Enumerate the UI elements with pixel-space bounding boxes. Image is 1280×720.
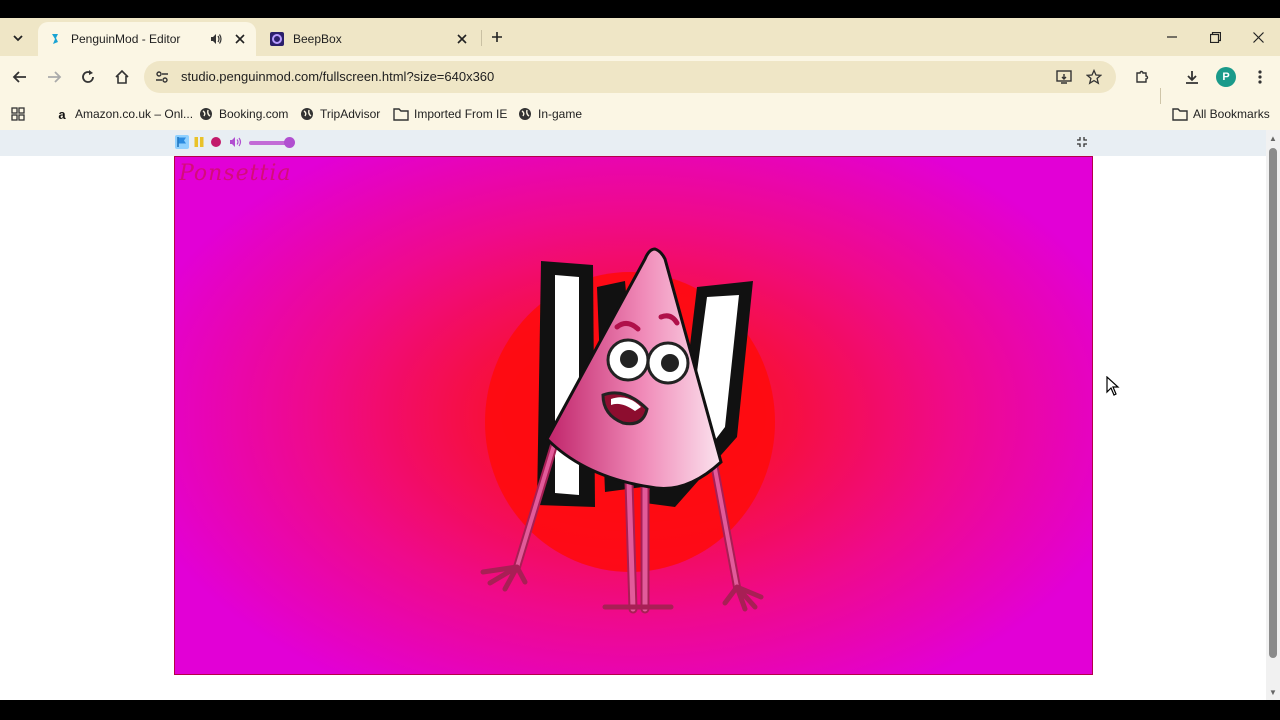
minimize-button[interactable] [1152, 24, 1192, 50]
bookmark-label: Amazon.co.uk – Onl... [75, 107, 194, 121]
page-scrollbar[interactable]: ▲ ▼ [1266, 130, 1280, 700]
reload-icon [82, 70, 94, 83]
tab-close-icon[interactable] [232, 31, 248, 47]
restore-icon [1209, 31, 1221, 43]
minimize-icon [1167, 36, 1177, 38]
bookmark-star-icon[interactable] [1082, 65, 1106, 89]
mouse-cursor-icon [1106, 376, 1120, 396]
download-icon [1186, 71, 1198, 84]
forward-button[interactable] [42, 65, 66, 89]
stage-title-text: Ponsettia [179, 161, 292, 186]
stop-icon[interactable] [209, 135, 223, 149]
url-text[interactable]: studio.penguinmod.com/fullscreen.html?si… [181, 69, 494, 84]
home-button[interactable] [110, 65, 134, 89]
extensions-button[interactable] [1130, 65, 1154, 89]
browser-chrome: PenguinMod - Editor BeepBox studio.pengu… [0, 18, 1280, 130]
chevron-down-icon [13, 35, 23, 42]
volume-icon[interactable] [228, 135, 246, 149]
home-icon [115, 69, 129, 84]
tab-title: BeepBox [293, 32, 342, 46]
beepbox-icon [270, 32, 284, 46]
install-app-icon[interactable] [1052, 65, 1076, 89]
site-info-icon[interactable] [152, 67, 172, 87]
reload-button[interactable] [76, 65, 100, 89]
arrow-left-icon [12, 71, 26, 83]
close-window-button[interactable] [1238, 24, 1278, 50]
globe-icon [198, 106, 214, 122]
tab-penguinmod-editor[interactable]: PenguinMod - Editor [38, 22, 256, 56]
tab-close-icon[interactable] [454, 31, 470, 47]
back-button[interactable] [8, 65, 32, 89]
new-tab-button[interactable] [486, 26, 508, 48]
character-sprite [480, 247, 775, 614]
bookmark-label: TripAdvisor [320, 107, 381, 121]
bookmark-label: Booking.com [219, 107, 289, 121]
tab-search-button[interactable] [6, 26, 30, 50]
player-controls-bar [0, 130, 1266, 156]
penguinmod-icon [48, 32, 62, 46]
pause-icon[interactable] [192, 135, 206, 149]
scroll-up-icon[interactable]: ▲ [1269, 134, 1277, 143]
bookmark-amazon[interactable]: a Amazon.co.uk – Onl... [54, 105, 193, 123]
project-stage[interactable]: Ponsettia [174, 156, 1093, 675]
folder-icon [1172, 106, 1188, 122]
browser-toolbar: studio.penguinmod.com/fullscreen.html?si… [0, 56, 1280, 98]
screen-bottom-bar [0, 700, 1280, 720]
downloads-button[interactable] [1180, 65, 1204, 89]
volume-slider-knob[interactable] [284, 137, 295, 148]
apps-button[interactable] [10, 105, 31, 123]
screen-top-bar [0, 0, 1280, 18]
scrollbar-thumb[interactable] [1269, 148, 1277, 658]
green-flag-icon[interactable] [175, 135, 189, 149]
exit-fullscreen-icon[interactable] [1075, 135, 1089, 149]
tab-audio-icon[interactable] [208, 31, 224, 47]
bookmarks-separator [1160, 88, 1161, 104]
all-bookmarks-button[interactable]: All Bookmarks [1172, 105, 1270, 123]
tab-divider [481, 30, 482, 46]
more-vertical-icon [1258, 70, 1262, 84]
restore-button[interactable] [1195, 24, 1235, 50]
bookmark-label: In-game [538, 107, 583, 121]
bookmark-in-game[interactable]: In-game [517, 105, 582, 123]
plus-icon [492, 32, 502, 42]
all-bookmarks-label: All Bookmarks [1193, 107, 1270, 121]
grid-icon [10, 106, 26, 122]
tab-strip: PenguinMod - Editor BeepBox [0, 18, 1280, 56]
tab-beepbox[interactable]: BeepBox [260, 22, 478, 56]
bookmark-booking[interactable]: Booking.com [198, 105, 288, 123]
globe-icon [299, 106, 315, 122]
profile-avatar[interactable]: P [1214, 65, 1238, 89]
profile-initial: P [1216, 67, 1236, 87]
close-icon [1252, 31, 1264, 43]
bookmark-folder-imported[interactable]: Imported From IE [393, 105, 507, 123]
bookmarks-bar: a Amazon.co.uk – Onl... Booking.com Trip… [0, 98, 1280, 130]
puzzle-icon [1136, 70, 1149, 83]
scroll-down-icon[interactable]: ▼ [1269, 688, 1277, 697]
amazon-icon: a [58, 106, 66, 122]
folder-icon [393, 106, 409, 122]
address-bar[interactable]: studio.penguinmod.com/fullscreen.html?si… [144, 61, 1116, 93]
arrow-right-icon [48, 71, 62, 83]
page-viewport: Ponsettia [0, 130, 1266, 700]
bookmark-tripadvisor[interactable]: TripAdvisor [299, 105, 380, 123]
menu-button[interactable] [1248, 65, 1272, 89]
bookmark-label: Imported From IE [414, 107, 508, 121]
globe-icon [517, 106, 533, 122]
tab-title: PenguinMod - Editor [71, 32, 181, 46]
